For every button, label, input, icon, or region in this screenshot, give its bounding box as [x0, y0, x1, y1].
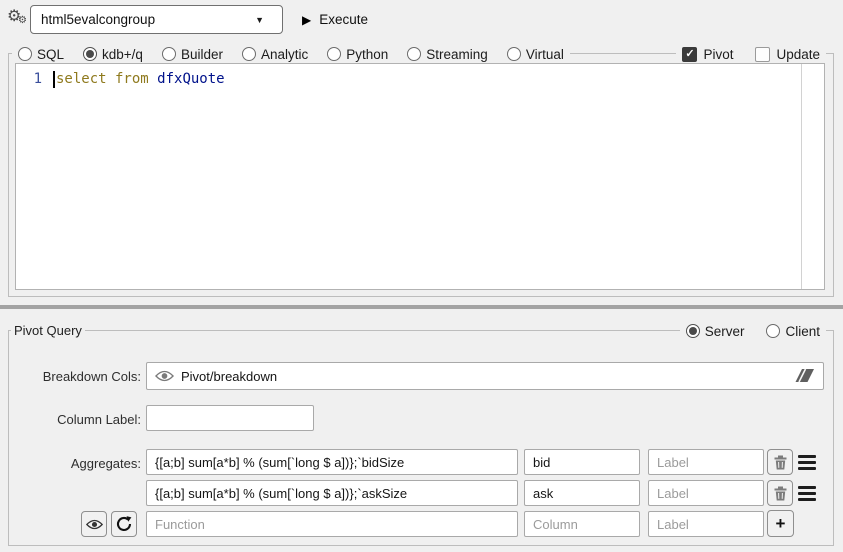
- plus-icon: +: [776, 515, 786, 532]
- line-number: 1: [24, 71, 42, 87]
- preview-aggregates-button[interactable]: [81, 511, 107, 537]
- add-aggregate-button[interactable]: +: [767, 510, 794, 537]
- eye-icon: [155, 370, 174, 382]
- query-mode-radios: SQL kdb+/q Builder Analytic Python Strea…: [12, 44, 570, 64]
- horizontal-splitter[interactable]: [0, 305, 843, 309]
- aggregate-function-input-2[interactable]: [146, 480, 518, 506]
- mode-radio-builder[interactable]: Builder: [162, 47, 223, 62]
- server-radio[interactable]: Server: [686, 324, 745, 339]
- mode-radio-virtual[interactable]: Virtual: [507, 47, 564, 62]
- client-radio[interactable]: Client: [766, 324, 820, 339]
- play-icon: ▶: [302, 13, 311, 27]
- mode-radio-analytic[interactable]: Analytic: [242, 47, 308, 62]
- editor-scrollbar-track[interactable]: [801, 64, 802, 289]
- radio-icon: [327, 47, 341, 61]
- checkbox-unchecked-icon: [755, 47, 770, 62]
- breakdown-cols-value: Pivot/breakdown: [181, 369, 277, 384]
- pivot-query-groupbox: Pivot Query Server Client Breakdown Cols…: [8, 330, 834, 546]
- radio-icon: [18, 47, 32, 61]
- eye-icon: [86, 519, 103, 530]
- mode-radio-python[interactable]: Python: [327, 47, 388, 62]
- radio-selected-icon: [83, 47, 97, 61]
- settings-gears-icon[interactable]: ⚙⚙: [7, 5, 31, 31]
- delete-aggregate-button-2[interactable]: [767, 480, 793, 506]
- aggregate-function-input-1[interactable]: [146, 449, 518, 475]
- radio-icon: [162, 47, 176, 61]
- mode-radio-kdbq[interactable]: kdb+/q: [83, 47, 143, 62]
- text-cursor: [53, 71, 55, 88]
- new-aggregate-label-input[interactable]: [648, 511, 764, 537]
- column-label-label: Column Label:: [9, 412, 141, 427]
- connection-select[interactable]: html5evalcongroup ▼: [30, 5, 283, 34]
- trash-icon: [774, 455, 787, 470]
- chevron-down-icon: ▼: [255, 15, 264, 25]
- mode-radio-streaming[interactable]: Streaming: [407, 47, 488, 62]
- drag-handle-icon-1[interactable]: [798, 455, 816, 471]
- radio-selected-icon: [686, 324, 700, 338]
- execute-label: Execute: [319, 12, 368, 27]
- pivot-checkbox[interactable]: Pivot: [682, 47, 733, 62]
- breakdown-cols-field[interactable]: Pivot/breakdown: [146, 362, 824, 390]
- update-checkbox[interactable]: Update: [755, 47, 820, 62]
- delete-aggregate-button-1[interactable]: [767, 449, 793, 475]
- refresh-icon: [116, 516, 132, 532]
- code-keyword: select from: [56, 71, 157, 87]
- radio-icon: [242, 47, 256, 61]
- aggregates-label: Aggregates:: [9, 456, 141, 471]
- execute-button[interactable]: ▶ Execute: [296, 7, 374, 32]
- aggregate-label-input-1[interactable]: [648, 449, 764, 475]
- refresh-aggregates-button[interactable]: [111, 511, 137, 537]
- code-line: select from dfxQuote: [56, 71, 225, 87]
- aggregate-column-input-1[interactable]: [524, 449, 640, 475]
- new-aggregate-column-input[interactable]: [524, 511, 640, 537]
- code-identifier: dfxQuote: [157, 71, 224, 87]
- drag-handle-icon-2[interactable]: [798, 486, 816, 502]
- breakdown-cols-label: Breakdown Cols:: [9, 369, 141, 384]
- radio-icon: [407, 47, 421, 61]
- mode-radio-sql[interactable]: SQL: [18, 47, 64, 62]
- eraser-icon[interactable]: [795, 368, 815, 383]
- aggregate-column-input-2[interactable]: [524, 480, 640, 506]
- trash-icon: [774, 486, 787, 501]
- checkbox-checked-icon: [682, 47, 697, 62]
- radio-icon: [507, 47, 521, 61]
- radio-icon: [766, 324, 780, 338]
- server-client-radios: Server Client: [680, 321, 826, 341]
- query-groupbox: SQL kdb+/q Builder Analytic Python Strea…: [8, 53, 834, 297]
- query-toggle-checkboxes: Pivot Update: [676, 44, 826, 64]
- aggregate-label-input-2[interactable]: [648, 480, 764, 506]
- connection-select-value: html5evalcongroup: [41, 12, 255, 27]
- pivot-query-legend: Pivot Query: [11, 322, 85, 339]
- new-aggregate-function-input[interactable]: [146, 511, 518, 537]
- column-label-input[interactable]: [146, 405, 314, 431]
- code-editor[interactable]: 1 select from dfxQuote: [15, 63, 825, 290]
